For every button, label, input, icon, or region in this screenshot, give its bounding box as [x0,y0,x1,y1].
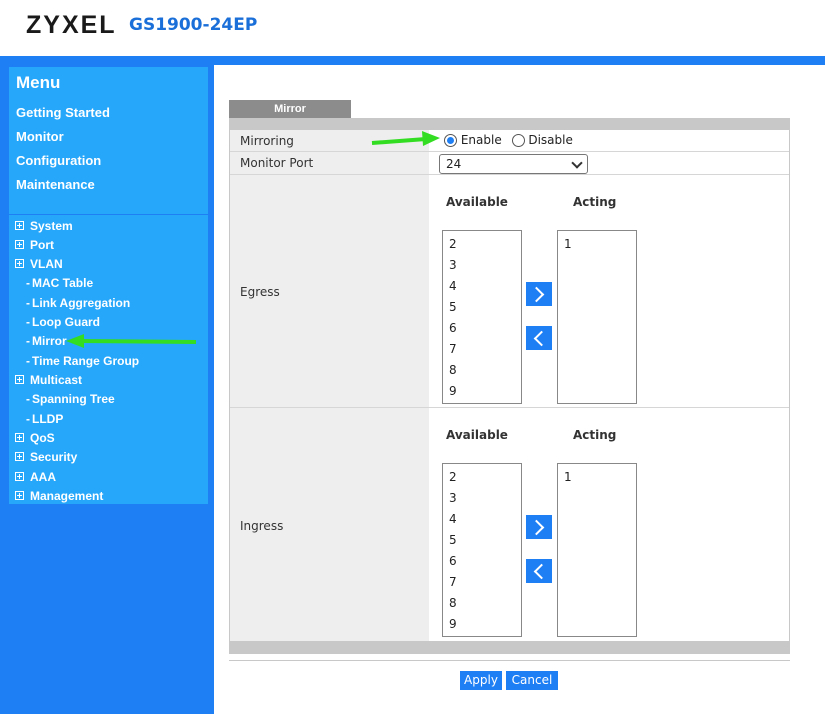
model-name: GS1900-24EP [129,15,258,35]
list-item[interactable]: 1 [564,470,572,484]
tree-item-qos[interactable]: QoS [15,431,55,445]
header: ZYXEL GS1900-24EP [0,0,825,56]
monitor-port-row: Monitor Port 24 [230,152,789,175]
ingress-label: Ingress [240,519,284,533]
list-item[interactable]: 6 [449,321,457,335]
list-item[interactable]: 9 [449,617,457,631]
menu-monitor[interactable]: Monitor [16,129,64,144]
egress-label: Egress [240,285,280,299]
ingress-row: Ingress Available Acting 2 3 4 5 6 7 8 9… [230,408,789,641]
expand-icon [15,472,24,481]
cancel-button[interactable]: Cancel [506,671,558,690]
list-item[interactable]: 4 [449,512,457,526]
mirroring-enable-label[interactable]: Enable [461,133,502,147]
egress-available-list[interactable]: 2 3 4 5 6 7 8 9 [442,230,522,404]
list-item[interactable]: 2 [449,470,457,484]
list-item[interactable]: 3 [449,258,457,272]
list-item[interactable]: 4 [449,279,457,293]
list-item[interactable]: 7 [449,342,457,356]
egress-acting-title: Acting [573,195,617,209]
list-item[interactable]: 5 [449,300,457,314]
tree-item-time-range-group[interactable]: - Time Range Group [15,354,139,368]
tree-item-mac-table[interactable]: - MAC Table [15,276,93,290]
apply-button[interactable]: Apply [460,671,502,690]
ingress-acting-list[interactable]: 1 [557,463,637,637]
ingress-add-button[interactable] [526,515,552,539]
chevron-right-icon [528,519,545,536]
footer-divider [229,660,790,661]
mirroring-row: Mirroring Enable Disable [230,130,789,152]
annotation-arrow-icon [66,334,197,348]
menu-getting-started[interactable]: Getting Started [16,105,110,120]
tab-mirror[interactable]: Mirror [229,100,351,118]
tree-item-vlan[interactable]: VLAN [15,257,63,271]
expand-icon [15,452,24,461]
mirroring-label: Mirroring [240,134,294,148]
list-item[interactable]: 2 [449,237,457,251]
annotation-arrow-icon [371,131,440,146]
tree-item-spanning-tree[interactable]: - Spanning Tree [15,392,115,406]
egress-add-button[interactable] [526,282,552,306]
tree-item-management[interactable]: Management [15,489,103,503]
sidebar: Menu Getting Started Monitor Configurati… [0,65,214,714]
list-item[interactable]: 8 [449,363,457,377]
expand-icon [15,433,24,442]
mirror-panel: Mirroring Enable Disable Monitor Port 24… [229,118,790,654]
mirroring-disable-radio[interactable] [511,134,525,147]
chevron-down-icon [571,157,583,169]
list-item[interactable]: 5 [449,533,457,547]
tree-item-multicast[interactable]: Multicast [15,373,82,387]
list-item[interactable]: 7 [449,575,457,589]
mirroring-enable-radio[interactable] [444,134,457,147]
chevron-left-icon [533,563,550,580]
egress-remove-button[interactable] [526,326,552,350]
tree-item-port[interactable]: Port [15,238,54,252]
list-item[interactable]: 8 [449,596,457,610]
expand-icon [15,491,24,500]
list-item[interactable]: 6 [449,554,457,568]
list-item[interactable]: 1 [564,237,572,251]
tree-item-system[interactable]: System [15,219,73,233]
chevron-left-icon [533,330,550,347]
mirroring-disable-label[interactable]: Disable [528,133,573,147]
egress-acting-list[interactable]: 1 [557,230,637,404]
brand-logo: ZYXEL [26,11,117,39]
egress-available-title: Available [446,195,508,209]
ingress-acting-title: Acting [573,428,617,442]
ingress-available-title: Available [446,428,508,442]
main-menu: Menu Getting Started Monitor Configurati… [9,67,208,214]
menu-configuration[interactable]: Configuration [16,153,101,168]
monitor-port-label: Monitor Port [240,156,314,170]
menu-maintenance[interactable]: Maintenance [16,177,95,192]
ingress-remove-button[interactable] [526,559,552,583]
tree-item-security[interactable]: Security [15,450,77,464]
monitor-port-select[interactable]: 24 [439,154,588,174]
expand-icon [15,221,24,230]
tree-item-loop-guard[interactable]: - Loop Guard [15,315,100,329]
chevron-right-icon [528,286,545,303]
tree-item-aaa[interactable]: AAA [15,470,56,484]
menu-title: Menu [16,73,61,92]
ingress-available-list[interactable]: 2 3 4 5 6 7 8 9 [442,463,522,637]
expand-icon [15,259,24,268]
list-item[interactable]: 3 [449,491,457,505]
tree-item-lldp[interactable]: - LLDP [15,412,63,426]
tree-item-mirror[interactable]: - Mirror [15,334,67,348]
expand-icon [15,375,24,384]
config-tree: System Port VLAN - MAC Table - Link Aggreg… [9,215,208,504]
tree-item-link-aggregation[interactable]: - Link Aggregation [15,296,130,310]
egress-row: Egress Available Acting 2 3 4 5 6 7 8 9 … [230,175,789,408]
top-bar [0,56,825,65]
expand-icon [15,240,24,249]
list-item[interactable]: 9 [449,384,457,398]
